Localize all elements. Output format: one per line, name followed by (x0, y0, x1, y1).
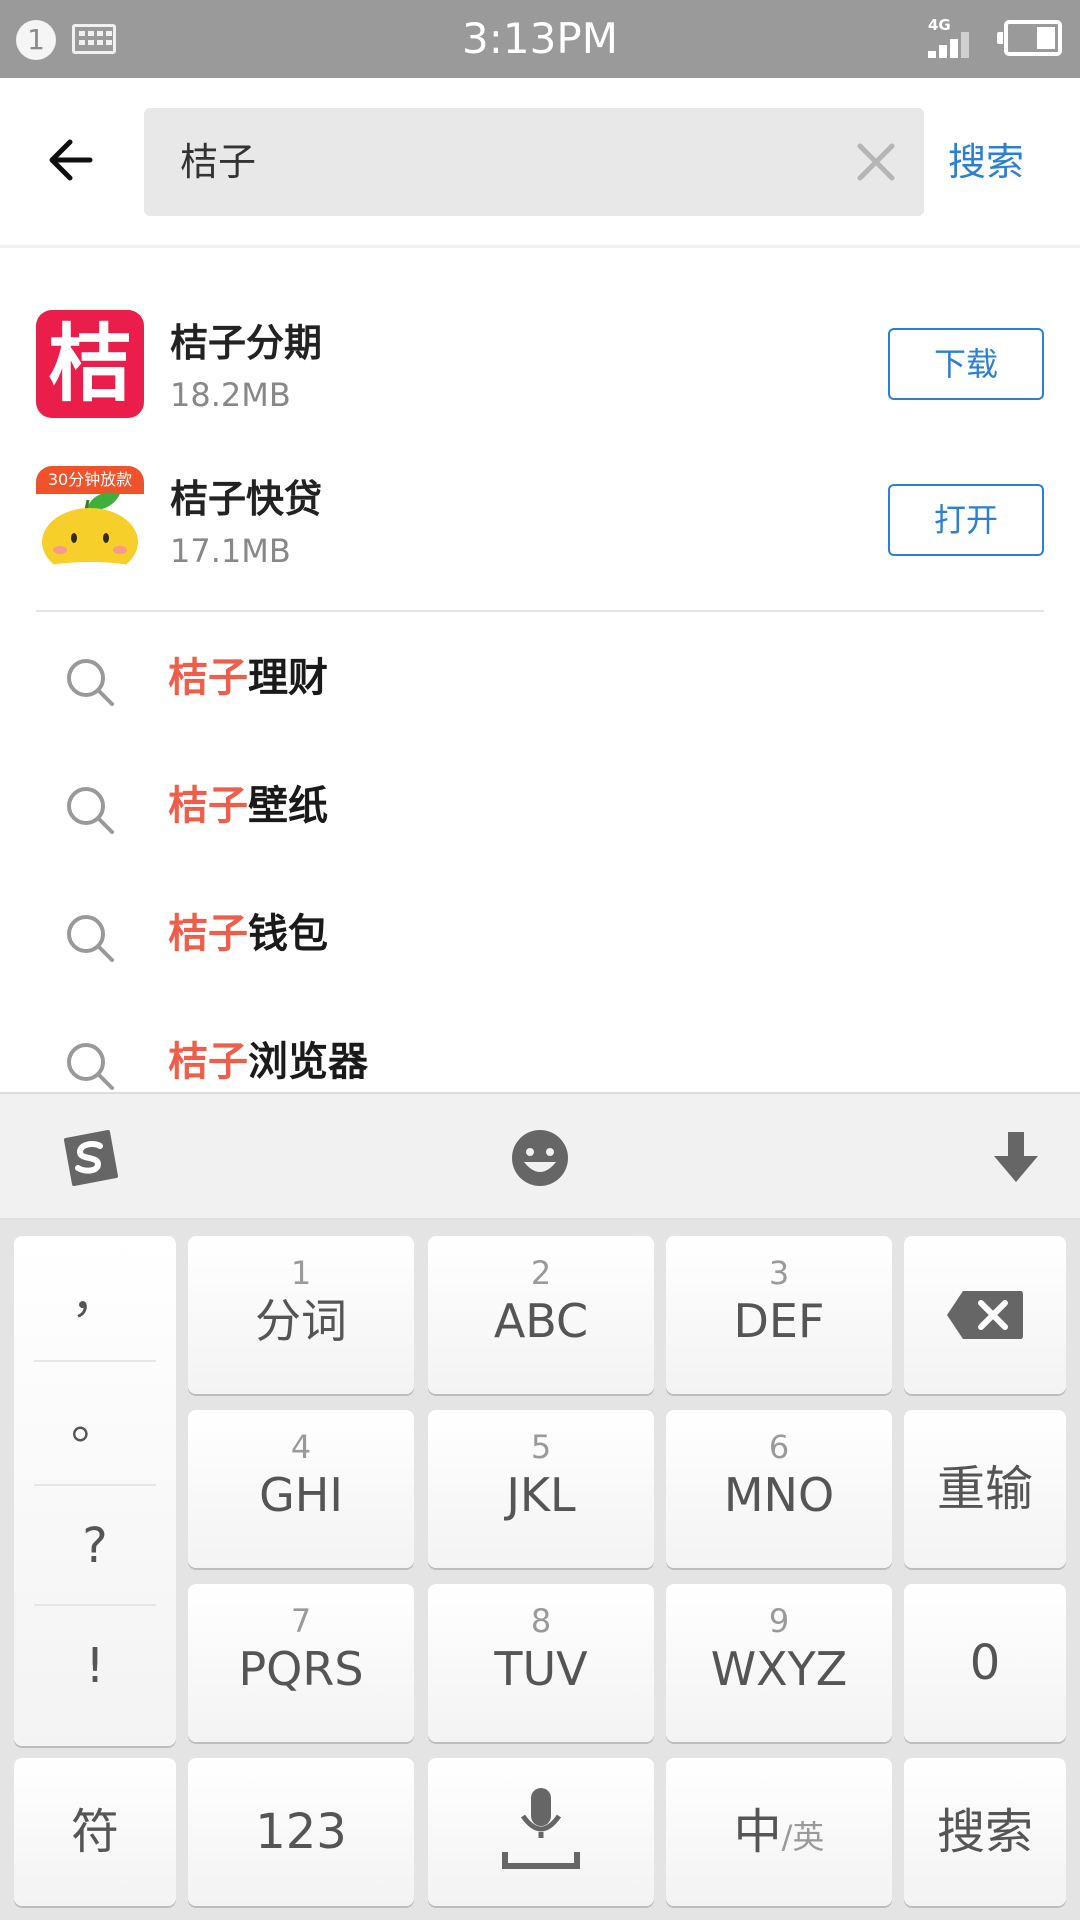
suggestion-highlight: 桔子 (168, 911, 248, 957)
key-label: GHI (259, 1468, 343, 1522)
suggestion-text: 桔子理财 (168, 652, 328, 704)
lang-main-label: 中 (733, 1804, 782, 1860)
key-number: 8 (530, 1602, 552, 1640)
microphone-icon (502, 1788, 580, 1869)
search-icon (67, 659, 114, 706)
backspace-icon (947, 1291, 1023, 1339)
suggestion-rest: 理财 (248, 655, 328, 701)
key-number: 2 (530, 1254, 552, 1292)
app-size: 17.1MB (170, 532, 291, 570)
key-label: JKL (506, 1468, 576, 1522)
divider (36, 610, 1044, 612)
key-label: PQRS (238, 1642, 364, 1696)
clock: 3:13PM (462, 14, 618, 63)
status-bar: 1 3:13PM 4G (0, 0, 1080, 78)
suggestion-text: 桔子钱包 (168, 908, 328, 960)
key-label: DEF (733, 1294, 825, 1348)
app-name: 桔子快贷 (170, 477, 323, 521)
app-icon-juzi-kuaidai[interactable]: 30分钟放款 (36, 466, 144, 574)
punct-key-exclamation[interactable]: ! (14, 1606, 176, 1726)
search-box[interactable]: 桔子 (144, 108, 924, 216)
search-icon (67, 787, 114, 834)
key-label: MNO (723, 1468, 835, 1522)
suggestion-text: 桔子浏览器 (168, 1036, 368, 1088)
punctuation-column: ， 。 ? ! (14, 1236, 176, 1746)
key-label: 符 (70, 1804, 119, 1860)
app-name: 桔子分期 (170, 321, 323, 365)
battery-icon (997, 20, 1062, 56)
backspace-key[interactable] (904, 1236, 1066, 1394)
key-number: 6 (768, 1428, 790, 1466)
key-9[interactable]: 9 WXYZ (666, 1584, 892, 1742)
key-number: 7 (290, 1602, 312, 1640)
orange-mascot-icon (40, 492, 140, 574)
key-number: 4 (290, 1428, 312, 1466)
key-7[interactable]: 7 PQRS (188, 1584, 414, 1742)
key-label: 重输 (936, 1461, 1033, 1517)
key-2[interactable]: 2 ABC (428, 1236, 654, 1394)
key-number: 1 (290, 1254, 312, 1292)
suggestion-text: 桔子壁纸 (168, 780, 328, 832)
open-button[interactable]: 打开 (888, 484, 1044, 556)
key-label: 123 (255, 1804, 347, 1860)
back-arrow-icon[interactable] (42, 130, 102, 190)
signal-icon (928, 32, 978, 58)
key-number: 5 (530, 1428, 552, 1466)
search-icon (67, 915, 114, 962)
suggestion-highlight: 桔子 (168, 1039, 248, 1085)
key-label: TUV (494, 1642, 588, 1696)
search-button[interactable]: 搜索 (948, 108, 1024, 216)
app-result-row[interactable]: 桔 桔子分期 18.2MB 下载 (0, 290, 1080, 440)
app-size: 18.2MB (170, 376, 291, 414)
punct-key-question[interactable]: ? (14, 1486, 176, 1606)
punct-key-period[interactable]: 。 (14, 1362, 176, 1482)
search-key[interactable]: 搜索 (904, 1758, 1066, 1906)
app-result-row[interactable]: 30分钟放款 桔子快贷 17.1MB 打开 (0, 446, 1080, 596)
sogou-logo-icon[interactable] (58, 1126, 122, 1190)
key-number: 3 (768, 1254, 790, 1292)
key-label: 0 (969, 1635, 1001, 1691)
search-icon (67, 1043, 114, 1090)
suggestion-item[interactable]: 桔子理财 (0, 614, 1080, 742)
keyboard: ， 。 ? ! 1 分词 2 ABC 3 DEF 4 GHI 5 JKL 6 M… (0, 1220, 1080, 1920)
key-number: 9 (768, 1602, 790, 1640)
emoji-icon[interactable] (508, 1126, 572, 1190)
search-input[interactable]: 桔子 (180, 108, 256, 216)
suggestion-highlight: 桔子 (168, 783, 248, 829)
hide-keyboard-icon[interactable] (984, 1126, 1048, 1190)
download-button[interactable]: 下载 (888, 328, 1044, 400)
key-label: ABC (493, 1294, 589, 1348)
keyboard-toolbar (0, 1092, 1080, 1220)
search-header: 桔子 搜索 (0, 78, 1080, 248)
key-4[interactable]: 4 GHI (188, 1410, 414, 1568)
suggestion-item[interactable]: 桔子钱包 (0, 870, 1080, 998)
key-5[interactable]: 5 JKL (428, 1410, 654, 1568)
punct-key-comma[interactable]: ， (14, 1236, 176, 1356)
key-6[interactable]: 6 MNO (666, 1410, 892, 1568)
numeric-key[interactable]: 123 (188, 1758, 414, 1906)
language-switch-key[interactable]: 中/英 (666, 1758, 892, 1906)
voice-space-key[interactable] (428, 1758, 654, 1906)
suggestion-item[interactable]: 桔子浏览器 (0, 998, 1080, 1092)
symbol-key[interactable]: 符 (14, 1758, 176, 1906)
key-8[interactable]: 8 TUV (428, 1584, 654, 1742)
reset-key[interactable]: 重输 (904, 1410, 1066, 1568)
key-1[interactable]: 1 分词 (188, 1236, 414, 1394)
suggestion-rest: 壁纸 (248, 783, 328, 829)
suggestion-rest: 浏览器 (248, 1039, 368, 1085)
lang-sub-label: /英 (781, 1818, 825, 1856)
suggestion-item[interactable]: 桔子壁纸 (0, 742, 1080, 870)
key-3[interactable]: 3 DEF (666, 1236, 892, 1394)
key-label: 分词 (255, 1294, 347, 1348)
key-label: 搜索 (936, 1804, 1033, 1860)
language-label: 中/英 (666, 1758, 892, 1911)
key-label: WXYZ (710, 1642, 848, 1696)
clear-icon[interactable] (852, 138, 900, 186)
key-0[interactable]: 0 (904, 1584, 1066, 1742)
suggestion-rest: 钱包 (248, 911, 328, 957)
suggestion-highlight: 桔子 (168, 655, 248, 701)
app-icon-juzi-fenqi[interactable]: 桔 (36, 310, 144, 418)
